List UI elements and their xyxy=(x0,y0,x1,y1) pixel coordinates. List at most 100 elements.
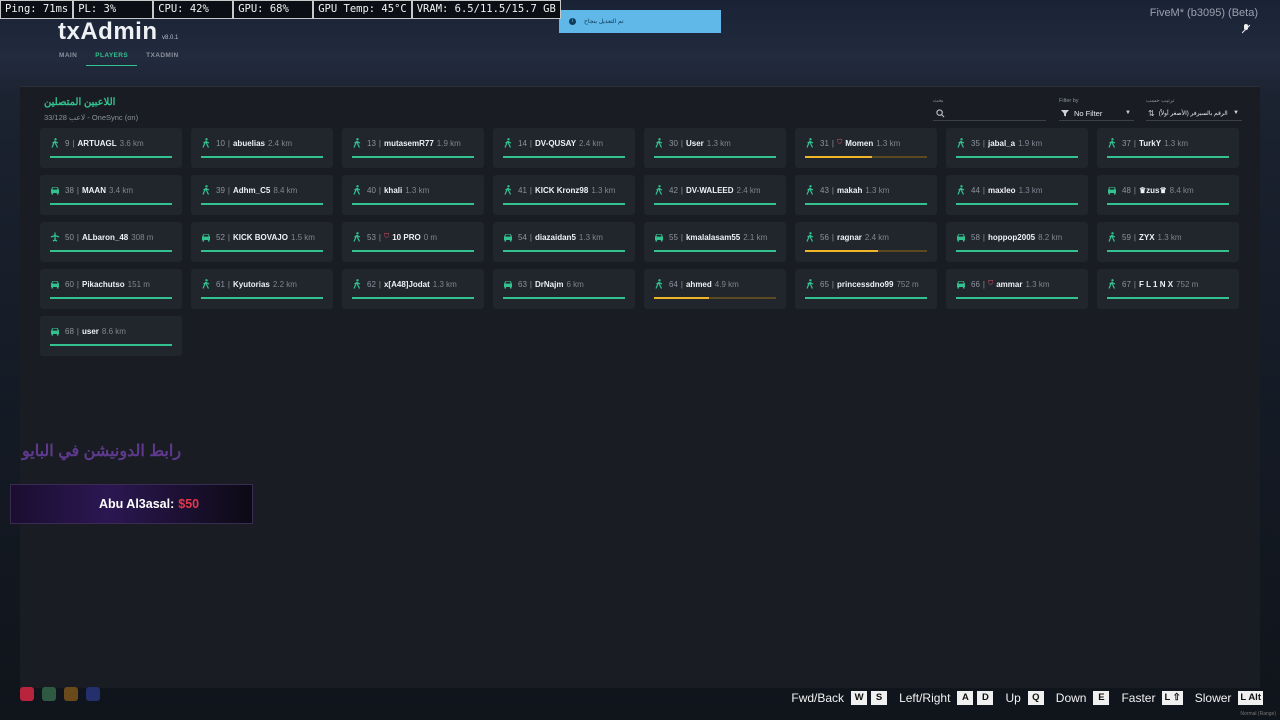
separator: | xyxy=(1133,279,1136,289)
page-title: اللاعبين المتصلين xyxy=(44,97,116,108)
key-hint: Faster L ⇧ xyxy=(1121,691,1183,705)
player-name: makah xyxy=(836,185,863,195)
health-bar xyxy=(1107,156,1229,158)
player-card[interactable]: 52 | KICK BOVAJO 1.5 km xyxy=(191,222,333,262)
separator: | xyxy=(982,138,985,148)
player-card[interactable]: 10 | abuelias 2.4 km xyxy=(191,128,333,168)
player-info: 62 | x[A48]Jodat 1.3 km xyxy=(352,279,484,289)
player-name: Kyutorias xyxy=(232,279,270,289)
player-distance: 3.4 km xyxy=(108,185,133,195)
key-hint: Slower L Alt xyxy=(1195,691,1263,705)
car-icon xyxy=(654,232,664,242)
search-input[interactable] xyxy=(933,106,1046,121)
keycap: L Alt xyxy=(1238,691,1263,705)
player-card[interactable]: 35 | jabal_a 1.9 km xyxy=(946,128,1088,168)
health-bar-fill xyxy=(352,297,474,299)
player-distance: 2.4 km xyxy=(268,138,293,148)
player-id: 48 xyxy=(1122,185,1131,195)
player-card[interactable]: 9 | ARTUAGL 3.6 km xyxy=(40,128,182,168)
player-card[interactable]: 55 | kmalalasam55 2.1 km xyxy=(644,222,786,262)
health-bar-fill xyxy=(956,156,1078,158)
player-distance: 2.1 km xyxy=(743,232,768,242)
player-card[interactable]: 54 | diazaidan5 1.3 km xyxy=(493,222,635,262)
key-hint-label: Down xyxy=(1055,691,1087,705)
sort-select[interactable]: ⇅ الرقم بالسيرفر (الأصغر أولاً) ▼ xyxy=(1146,106,1242,121)
player-distance: 1.3 km xyxy=(876,138,901,148)
player-card[interactable]: 42 | DV-WALEED 2.4 km xyxy=(644,175,786,215)
player-card[interactable]: 59 | ZYX 1.3 km xyxy=(1097,222,1239,262)
tab-players[interactable]: PLAYERS xyxy=(86,52,138,66)
player-card[interactable]: 63 | DrNajm 6 km xyxy=(493,269,635,309)
player-card[interactable]: 68 | user 8.6 km xyxy=(40,316,182,356)
player-card[interactable]: 13 | mutasemR77 1.9 km xyxy=(342,128,484,168)
separator: | xyxy=(1133,185,1136,195)
player-distance: 1.5 km xyxy=(290,232,315,242)
player-card[interactable]: 64 | ahmed 4.9 km xyxy=(644,269,786,309)
player-card[interactable]: 39 | Adhm_C5 8.4 km xyxy=(191,175,333,215)
player-id: 56 xyxy=(820,232,829,242)
player-card[interactable]: 31 | ⛉ Momen 1.3 km xyxy=(795,128,937,168)
filter-label: Filter by xyxy=(1059,98,1079,104)
separator: | xyxy=(529,279,532,289)
player-info: 67 | F L 1 N X 752 m xyxy=(1107,279,1239,289)
player-card[interactable]: 40 | khali 1.3 km xyxy=(342,175,484,215)
player-card[interactable]: 65 | princessdno99 752 m xyxy=(795,269,937,309)
player-name: ragnar xyxy=(836,232,862,242)
player-card[interactable]: 66 | ⛉ ammar 1.3 km xyxy=(946,269,1088,309)
player-card[interactable]: 41 | KICK Kronz98 1.3 km xyxy=(493,175,635,215)
fivem-build-label: FiveM* (b3095) (Beta) xyxy=(1149,7,1258,19)
tab-main[interactable]: MAIN xyxy=(50,52,86,66)
filter-select[interactable]: No Filter ▼ xyxy=(1059,106,1134,121)
player-card[interactable]: 67 | F L 1 N X 752 m xyxy=(1097,269,1239,309)
health-bar xyxy=(654,297,776,299)
player-card[interactable]: 14 | DV-QUSAY 2.4 km xyxy=(493,128,635,168)
key-hint-label: Faster xyxy=(1121,691,1156,705)
player-card[interactable]: 53 | ⛉ 10 PRO 0 m xyxy=(342,222,484,262)
player-name: Adhm_C5 xyxy=(232,185,271,195)
player-name: abuelias xyxy=(232,138,265,148)
separator: | xyxy=(529,185,532,195)
player-card[interactable]: 48 | ♛zus♛ 8.4 km xyxy=(1097,175,1239,215)
player-info: 10 | abuelias 2.4 km xyxy=(201,138,333,148)
walking-icon xyxy=(805,232,815,242)
keycap: A xyxy=(957,691,974,705)
player-name: ammar xyxy=(996,279,1023,289)
player-id: 53 xyxy=(367,232,376,242)
player-info: 31 | ⛉ Momen 1.3 km xyxy=(805,138,937,148)
player-card[interactable]: 44 | maxleo 1.3 km xyxy=(946,175,1088,215)
player-card[interactable]: 60 | Pikachutso 151 m xyxy=(40,269,182,309)
freecam-key-hints: Fwd/Back W S Left/Right A D Up Q Down E Faster L ⇧ S… xyxy=(779,688,1280,708)
player-id: 38 xyxy=(65,185,74,195)
player-id: 13 xyxy=(367,138,376,148)
walking-icon xyxy=(956,138,966,148)
player-card[interactable]: 61 | Kyutorias 2.2 km xyxy=(191,269,333,309)
separator: | xyxy=(831,138,834,148)
health-bar xyxy=(805,203,927,205)
health-bar xyxy=(654,156,776,158)
health-bar xyxy=(201,250,323,252)
search-icon xyxy=(936,109,945,118)
health-bar-fill xyxy=(654,250,776,252)
player-id: 63 xyxy=(518,279,527,289)
player-card[interactable]: 38 | MAAN 3.4 km xyxy=(40,175,182,215)
player-card[interactable]: 43 | makah 1.3 km xyxy=(795,175,937,215)
separator: | xyxy=(1133,138,1136,148)
player-card[interactable]: 62 | x[A48]Jodat 1.3 km xyxy=(342,269,484,309)
keycap: Q xyxy=(1027,691,1044,705)
player-card[interactable]: 30 | User 1.3 km xyxy=(644,128,786,168)
tab-txadmin[interactable]: TXADMIN xyxy=(137,52,187,66)
player-id: 55 xyxy=(669,232,678,242)
sort-label: ترتيب حسب xyxy=(1146,98,1175,104)
separator: | xyxy=(529,138,532,148)
player-card[interactable]: 56 | ragnar 2.4 km xyxy=(795,222,937,262)
key-hint: Left/Right A D xyxy=(899,691,994,705)
player-info: 50 | ALbaron_48 308 m xyxy=(50,232,182,242)
walking-icon xyxy=(654,279,664,289)
player-card[interactable]: 37 | TurkY 1.3 km xyxy=(1097,128,1239,168)
player-card[interactable]: 58 | hoppop2005 8.2 km xyxy=(946,222,1088,262)
separator: | xyxy=(831,232,834,242)
player-name: ALbaron_48 xyxy=(81,232,129,242)
player-id: 41 xyxy=(518,185,527,195)
player-card[interactable]: 50 | ALbaron_48 308 m xyxy=(40,222,182,262)
walking-icon xyxy=(352,279,362,289)
